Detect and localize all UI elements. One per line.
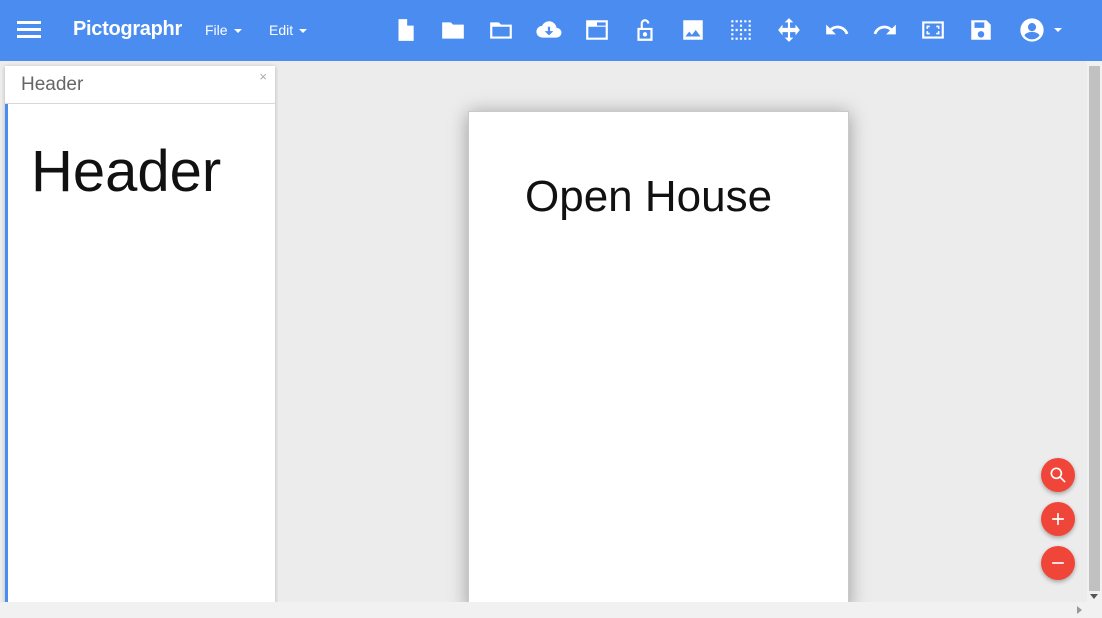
account-menu[interactable]: [1018, 15, 1076, 45]
open-folder-icon[interactable]: [486, 15, 516, 45]
scroll-down-arrow-icon[interactable]: [1090, 594, 1098, 599]
save-icon[interactable]: [966, 15, 996, 45]
account-icon: [1020, 18, 1044, 42]
vertical-scrollbar[interactable]: [1087, 61, 1102, 602]
move-icon[interactable]: [774, 15, 804, 45]
folder-icon[interactable]: [438, 15, 468, 45]
file-menu-label: File: [205, 22, 228, 38]
zoom-search-button[interactable]: [1041, 458, 1075, 492]
window-icon[interactable]: [582, 15, 612, 45]
minus-icon: [1052, 562, 1064, 564]
undo-icon[interactable]: [822, 15, 852, 45]
panel-header: Header ×: [5, 66, 275, 104]
image-icon[interactable]: [678, 15, 708, 45]
panel-close-icon[interactable]: ×: [259, 69, 267, 84]
search-icon: [1050, 467, 1066, 483]
scroll-right-arrow-icon[interactable]: [1077, 606, 1082, 614]
panel-preview[interactable]: Header: [5, 104, 275, 613]
caret-down-icon: [299, 29, 308, 33]
new-document-icon[interactable]: [390, 15, 420, 45]
zoom-in-button[interactable]: [1041, 502, 1075, 536]
top-toolbar: Pictographr File Edit: [0, 0, 1102, 61]
scrollbar-corner: [1087, 602, 1102, 618]
app-brand[interactable]: Pictographr: [73, 18, 182, 41]
redo-icon[interactable]: [870, 15, 900, 45]
caret-down-icon: [233, 29, 242, 33]
element-panel: Header × Header: [5, 66, 275, 613]
edit-menu[interactable]: Edit: [269, 22, 308, 38]
horizontal-scrollbar[interactable]: [0, 602, 1087, 618]
grid-icon[interactable]: [726, 15, 756, 45]
caret-down-icon: [1054, 28, 1062, 32]
unlock-icon[interactable]: [630, 15, 660, 45]
canvas-page[interactable]: Open House: [468, 111, 849, 611]
file-menu[interactable]: File: [205, 22, 242, 38]
cloud-download-icon[interactable]: [534, 15, 564, 45]
hamburger-menu-icon[interactable]: [15, 17, 43, 43]
header-preview-text[interactable]: Header: [31, 138, 221, 205]
edit-menu-label: Edit: [269, 22, 294, 38]
vertical-scroll-thumb[interactable]: [1089, 66, 1100, 591]
panel-title: Header: [21, 74, 84, 95]
canvas-text-element[interactable]: Open House: [525, 172, 772, 222]
fit-screen-icon[interactable]: [918, 15, 948, 45]
zoom-out-button[interactable]: [1041, 546, 1075, 580]
plus-icon: [1052, 513, 1064, 525]
